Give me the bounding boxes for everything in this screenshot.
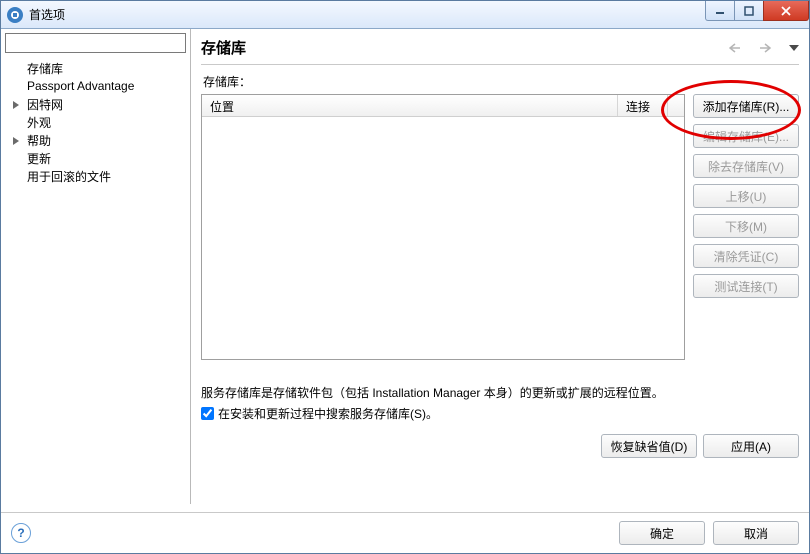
- window-title: 首选项: [29, 6, 65, 23]
- page-title: 存储库: [201, 37, 729, 58]
- help-icon[interactable]: ?: [11, 523, 31, 543]
- tree-label: 存储库: [27, 60, 63, 77]
- tree-item-help[interactable]: 帮助: [5, 131, 186, 149]
- forward-icon[interactable]: [759, 42, 779, 54]
- move-down-button[interactable]: 下移(M): [693, 214, 799, 238]
- tree-item-repositories[interactable]: 存储库: [5, 59, 186, 77]
- move-up-button[interactable]: 上移(U): [693, 184, 799, 208]
- add-repository-button[interactable]: 添加存储库(R)...: [693, 94, 799, 118]
- tree-item-internet[interactable]: 因特网: [5, 95, 186, 113]
- tree-label: 帮助: [27, 132, 51, 149]
- search-checkbox[interactable]: [201, 407, 214, 420]
- sidebar: 存储库 Passport Advantage 因特网 外观 帮助 更新 用于回滚…: [1, 29, 191, 504]
- column-spacer: [668, 95, 684, 116]
- back-icon[interactable]: [729, 42, 749, 54]
- tree-label: 因特网: [27, 96, 63, 113]
- clear-credentials-button[interactable]: 清除凭证(C): [693, 244, 799, 268]
- tree-label: Passport Advantage: [27, 79, 134, 93]
- restore-defaults-button[interactable]: 恢复缺省值(D): [601, 434, 697, 458]
- tree-item-appearance[interactable]: 外观: [5, 113, 186, 131]
- edit-repository-button[interactable]: 编辑存储库(E)...: [693, 124, 799, 148]
- table-body[interactable]: [202, 117, 684, 359]
- tree-label: 更新: [27, 150, 51, 167]
- maximize-button[interactable]: [734, 1, 764, 21]
- tree-item-update[interactable]: 更新: [5, 149, 186, 167]
- test-connection-button[interactable]: 测试连接(T): [693, 274, 799, 298]
- chevron-right-icon[interactable]: [12, 98, 22, 108]
- description-text: 服务存储库是存储软件包（包括 Installation Manager 本身）的…: [201, 384, 799, 401]
- filter-input[interactable]: [5, 33, 186, 53]
- search-checkbox-row[interactable]: 在安装和更新过程中搜索服务存储库(S)。: [201, 405, 799, 422]
- tree-label: 用于回滚的文件: [27, 168, 111, 185]
- apply-button[interactable]: 应用(A): [703, 434, 799, 458]
- minimize-button[interactable]: [705, 1, 735, 21]
- ok-button[interactable]: 确定: [619, 521, 705, 545]
- tree-label: 外观: [27, 114, 51, 131]
- preference-tree: 存储库 Passport Advantage 因特网 外观 帮助 更新 用于回滚…: [5, 59, 186, 500]
- menu-dropdown-icon[interactable]: [789, 43, 799, 53]
- tree-item-passport[interactable]: Passport Advantage: [5, 77, 186, 95]
- column-connection[interactable]: 连接: [618, 95, 668, 116]
- titlebar: 首选项: [1, 1, 809, 29]
- checkbox-label: 在安装和更新过程中搜索服务存储库(S)。: [218, 405, 438, 422]
- remove-repository-button[interactable]: 除去存储库(V): [693, 154, 799, 178]
- repository-table: 位置 连接: [201, 94, 685, 360]
- section-label: 存储库：: [203, 73, 799, 90]
- column-location[interactable]: 位置: [202, 95, 618, 116]
- tree-item-rollback[interactable]: 用于回滚的文件: [5, 167, 186, 185]
- close-button[interactable]: [763, 1, 809, 21]
- app-icon: [7, 7, 23, 23]
- cancel-button[interactable]: 取消: [713, 521, 799, 545]
- chevron-right-icon[interactable]: [12, 134, 22, 144]
